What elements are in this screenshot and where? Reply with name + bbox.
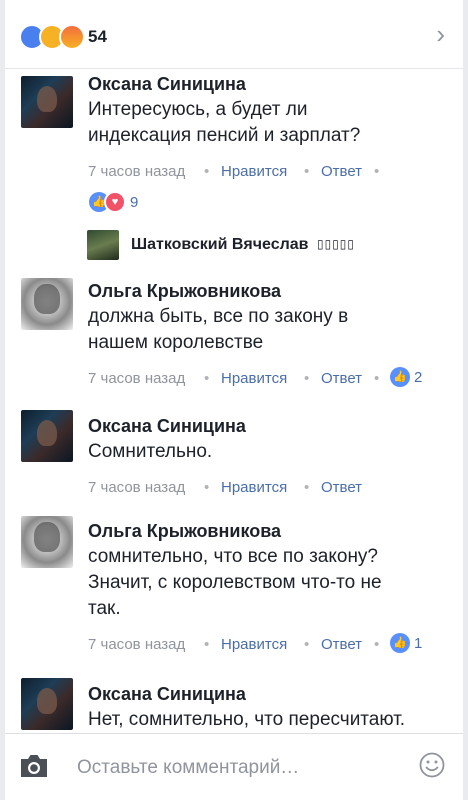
comment-time: 7 часов назад bbox=[88, 636, 186, 653]
separator-dot: • bbox=[374, 636, 380, 653]
reply-button[interactable]: Ответ bbox=[321, 370, 362, 387]
comment-text-line: индексация пенсий и зарплат? bbox=[88, 125, 361, 146]
reply-button[interactable]: Ответ bbox=[321, 163, 362, 180]
separator-dot: • bbox=[374, 370, 380, 387]
separator-dot: • bbox=[304, 163, 310, 180]
separator-dot: • bbox=[204, 163, 210, 180]
comment-text: Интересуюсь, а будет ли индексация пенси… bbox=[88, 97, 451, 149]
avatar[interactable] bbox=[21, 678, 73, 730]
comment-reactions[interactable]: 👍 2 bbox=[390, 367, 422, 389]
like-icon: 👍 bbox=[390, 367, 410, 387]
reply-button[interactable]: Ответ bbox=[321, 479, 362, 496]
avatar[interactable] bbox=[21, 516, 73, 568]
comment-author[interactable]: Оксана Синицина bbox=[88, 73, 451, 95]
comment-text-line: должна быть, все по закону в bbox=[88, 306, 349, 327]
reaction-count: 54 bbox=[88, 27, 107, 46]
reaction-count: 9 bbox=[130, 193, 139, 211]
comment-text: Нет, сомнительно, что пересчитают. bbox=[88, 707, 451, 733]
reactions-header[interactable]: 54 › bbox=[5, 0, 463, 69]
separator-dot: • bbox=[304, 370, 310, 387]
emoji-icon[interactable] bbox=[419, 752, 445, 778]
chevron-right-icon[interactable]: › bbox=[436, 21, 445, 47]
separator-dot: • bbox=[304, 479, 310, 496]
comment-text-line: так. bbox=[88, 598, 121, 619]
comment-time: 7 часов назад bbox=[88, 370, 186, 387]
comment-text-line: Значит, с королевством что-то не bbox=[88, 572, 382, 593]
comment-input[interactable] bbox=[75, 752, 399, 784]
reaction-count: 2 bbox=[414, 368, 423, 386]
camera-icon[interactable] bbox=[19, 753, 49, 779]
comment-text: должна быть, все по закону в нашем корол… bbox=[88, 304, 451, 356]
comment-time: 7 часов назад bbox=[88, 479, 186, 496]
comment-meta: 7 часов назад • Нравится • Ответ • 👍 1 bbox=[88, 633, 451, 656]
comment-author[interactable]: Оксана Синицина bbox=[88, 683, 451, 705]
like-icon: 👍 bbox=[390, 633, 410, 653]
reply-button[interactable]: Ответ bbox=[321, 636, 362, 653]
reaction-icons bbox=[19, 24, 89, 50]
comment-reactions[interactable]: 👍 ♥ 9 bbox=[5, 191, 368, 215]
separator-dot: • bbox=[204, 479, 210, 496]
avatar[interactable] bbox=[21, 76, 73, 128]
comment-text-line: Сомнительно. bbox=[88, 441, 213, 462]
heart-icon: ♥ bbox=[104, 191, 126, 213]
comment-text: сомнительно, что все по закону? Значит, … bbox=[88, 544, 451, 622]
reaction-count: 1 bbox=[414, 634, 423, 652]
like-button[interactable]: Нравится bbox=[221, 163, 287, 180]
comment-meta: 7 часов назад • Нравится • Ответ bbox=[88, 479, 451, 499]
avatar[interactable] bbox=[21, 278, 73, 330]
like-button[interactable]: Нравится bbox=[221, 636, 287, 653]
comment-author[interactable]: Ольга Крыжовникова bbox=[88, 520, 451, 542]
comment-text-line: Нет, сомнительно, что пересчитают. bbox=[88, 709, 406, 730]
comment-author[interactable]: Ольга Крыжовникова bbox=[88, 280, 451, 302]
like-button[interactable]: Нравится bbox=[221, 479, 287, 496]
comments-screen: 54 › Оксана Синицина Интересуюсь, а буде… bbox=[5, 0, 463, 800]
reply-author: Шатковский Вячеслав bbox=[131, 236, 309, 253]
separator-dot: • bbox=[204, 636, 210, 653]
comment-text: Сомнительно. bbox=[88, 439, 451, 465]
comment-meta: 7 часов назад • Нравится • Ответ • bbox=[88, 163, 451, 183]
reply-suffix: ▯▯▯▯▯ bbox=[317, 237, 356, 251]
angry-icon bbox=[59, 24, 85, 50]
comment-author[interactable]: Оксана Синицина bbox=[88, 415, 451, 437]
comment-list: Оксана Синицина Интересуюсь, а будет ли … bbox=[5, 68, 463, 733]
comment-time: 7 часов назад bbox=[88, 163, 186, 180]
separator-dot: • bbox=[304, 636, 310, 653]
comment-reactions[interactable]: 👍 1 bbox=[390, 633, 422, 655]
separator-dot: • bbox=[204, 370, 210, 387]
separator-dot: • bbox=[374, 163, 380, 180]
comment-text-line: нашем королевстве bbox=[88, 332, 264, 353]
comment-text-line: сомнительно, что все по закону? bbox=[88, 546, 379, 567]
comment-composer bbox=[5, 733, 463, 800]
avatar[interactable] bbox=[21, 410, 73, 462]
comment-text-line: Интересуюсь, а будет ли bbox=[88, 99, 308, 120]
avatar bbox=[87, 230, 119, 260]
comment-meta: 7 часов назад • Нравится • Ответ • 👍 2 bbox=[88, 367, 451, 390]
like-button[interactable]: Нравится bbox=[221, 370, 287, 387]
